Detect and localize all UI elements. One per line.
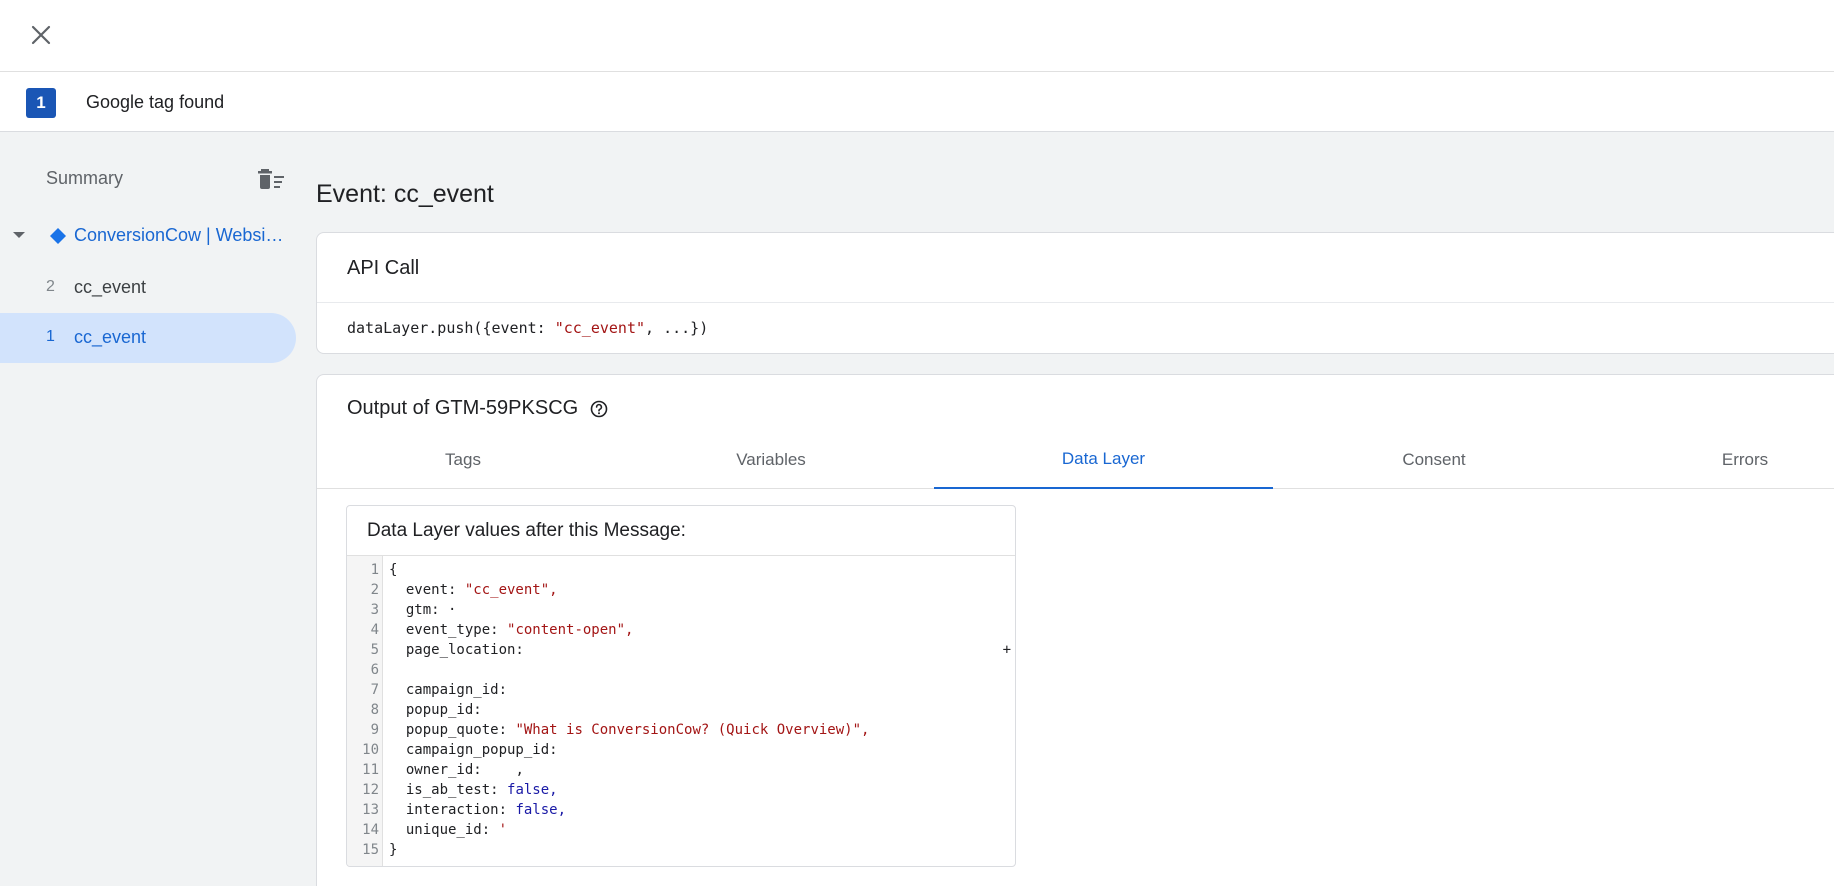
close-icon	[31, 25, 51, 45]
line-number: 4	[370, 622, 379, 638]
line-number: 6	[370, 662, 379, 678]
output-card: Output of GTM-59PKSCG Tags Variables Dat…	[316, 374, 1834, 886]
code-line: 7 campaign_id:	[347, 680, 1015, 700]
sidebar: Summary ConversionCow | Websi… 2 cc_even…	[0, 132, 300, 886]
code-text: }	[389, 842, 398, 858]
code-line: 1{	[347, 560, 1015, 580]
main-panel: Event: cc_event API Call dataLayer.push(…	[316, 132, 1834, 886]
tag-count-badge: 1	[26, 88, 56, 118]
code-text: unique_id: '	[389, 822, 508, 838]
line-number: 9	[370, 722, 379, 738]
delete-sweep-icon	[258, 169, 284, 189]
data-layer-code[interactable]: 1{2 event: "cc_event", 3 gtm: · 4 event_ty…	[347, 556, 1015, 866]
code-text: campaign_id:	[389, 682, 516, 698]
data-layer-header: Data Layer values after this Message:	[347, 506, 1015, 556]
tab-variables[interactable]: Variables	[609, 431, 933, 489]
code-text: event: "cc_event",	[389, 582, 558, 598]
close-button[interactable]	[24, 18, 58, 52]
code-line: 6	[347, 660, 1015, 680]
code-text: event_type: "content-open",	[389, 622, 634, 638]
line-number: 3	[370, 602, 379, 618]
tab-data-layer[interactable]: Data Layer	[934, 431, 1273, 489]
code-text: gtm: ·	[389, 602, 457, 618]
line-number: 1	[370, 562, 379, 578]
api-call-code: dataLayer.push({event: "cc_event", ...})	[347, 319, 709, 337]
code-text: popup_quote: "What is ConversionCow? (Qu…	[389, 722, 870, 738]
event-label: cc_event	[74, 327, 147, 347]
api-call-card: API Call dataLayer.push({event: "cc_even…	[316, 232, 1834, 354]
code-line: 8 popup_id:	[347, 700, 1015, 720]
code-text: is_ab_test: false,	[389, 782, 558, 798]
line-number: 7	[370, 682, 379, 698]
line-number: 14	[362, 822, 379, 838]
event-number: 2	[46, 278, 55, 295]
clear-messages-button[interactable]	[256, 164, 286, 194]
code-text: campaign_popup_id:	[389, 742, 567, 758]
line-number: 10	[362, 742, 379, 758]
container-name: ConversionCow | Websi…	[74, 225, 284, 245]
code-line: 4 event_type: "content-open",	[347, 620, 1015, 640]
sidebar-container-item[interactable]: ConversionCow | Websi…	[0, 216, 300, 256]
code-line: 15}	[347, 840, 1015, 860]
line-number: 2	[370, 582, 379, 598]
api-call-header: API Call	[317, 233, 1834, 303]
line-number: 11	[362, 762, 379, 778]
code-line: 11 owner_id: ,	[347, 760, 1015, 780]
tab-consent[interactable]: Consent	[1273, 431, 1595, 489]
line-number: 8	[370, 702, 379, 718]
sidebar-event-item[interactable]: 2 cc_event	[0, 263, 296, 313]
code-line: 3 gtm: ·	[347, 600, 1015, 620]
code-text: page_location:	[389, 642, 533, 658]
event-number: 1	[46, 328, 55, 345]
code-text: popup_id:	[389, 702, 491, 718]
tag-found-label: Google tag found	[86, 92, 225, 112]
code-line: 12 is_ab_test: false,	[347, 780, 1015, 800]
code-line: 9 popup_quote: "What is ConversionCow? (…	[347, 720, 1015, 740]
code-text: interaction: false,	[389, 802, 567, 818]
output-title: Output of GTM-59PKSCG	[347, 397, 608, 420]
caret-down-icon[interactable]	[12, 230, 26, 240]
api-call-title: API Call	[347, 257, 420, 279]
code-line: 10 campaign_popup_id:	[347, 740, 1015, 760]
sidebar-event-item-selected[interactable]: 1 cc_event	[0, 313, 296, 363]
tab-errors[interactable]: Errors	[1595, 431, 1834, 489]
page-title: Event: cc_event	[316, 180, 494, 208]
line-number: 5	[370, 642, 379, 658]
sidebar-summary[interactable]: Summary	[46, 168, 123, 189]
line-number: 15	[362, 842, 379, 858]
code-text: owner_id: ,	[389, 762, 524, 778]
help-icon[interactable]	[590, 400, 608, 418]
output-tabs: Tags Variables Data Layer Consent Errors	[317, 431, 1834, 489]
code-text: {	[389, 562, 398, 578]
container-diamond-icon	[50, 228, 66, 244]
code-line: 13 interaction: false,	[347, 800, 1015, 820]
line-number: 12	[362, 782, 379, 798]
top-bar	[0, 0, 1834, 72]
tab-tags[interactable]: Tags	[317, 431, 609, 489]
code-line: 5 page_location: +	[347, 640, 1015, 660]
tag-found-bar: 1 Google tag found	[0, 72, 1834, 132]
code-line: 2 event: "cc_event",	[347, 580, 1015, 600]
event-label: cc_event	[74, 277, 147, 297]
data-layer-box: Data Layer values after this Message: 1{…	[346, 505, 1016, 867]
expand-value-button[interactable]: +	[1003, 640, 1011, 660]
code-line: 14 unique_id: '	[347, 820, 1015, 840]
line-number: 13	[362, 802, 379, 818]
